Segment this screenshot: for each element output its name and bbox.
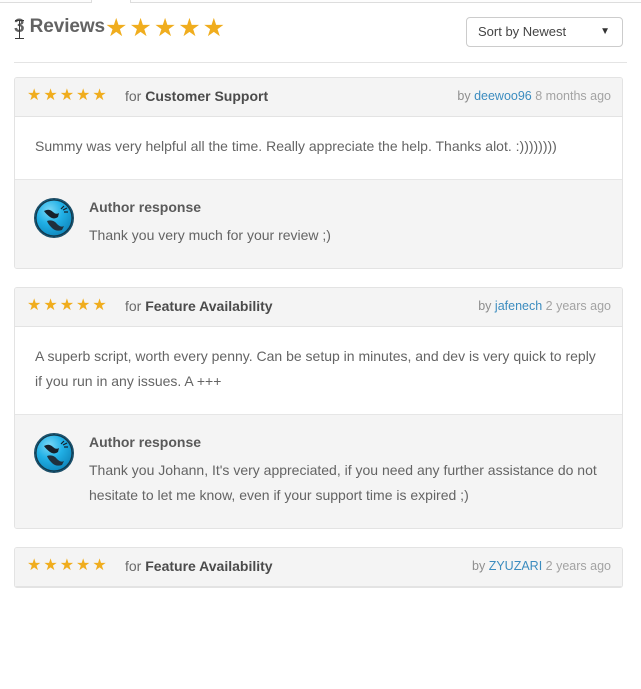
review-card: ★★★★★ for Feature Availability by jafene… (14, 287, 623, 529)
review-by-label: by (478, 299, 495, 313)
review-card: ★★★★★ for Feature Availability by ZYUZAR… (14, 547, 623, 588)
review-by-label: by (472, 559, 489, 573)
review-header: ★★★★★ for Feature Availability by jafene… (15, 288, 622, 327)
review-meta: by ZYUZARI 2 years ago (472, 559, 611, 573)
tab-strip (0, 0, 641, 3)
review-category: for Customer Support (125, 88, 268, 104)
review-category-name: Feature Availability (145, 298, 273, 314)
author-response-text: Thank you Johann, It's very appreciated,… (89, 462, 597, 503)
review-author-link[interactable]: ZYUZARI (489, 559, 542, 573)
review-category: for Feature Availability (125, 298, 273, 314)
review-timestamp: 2 years ago (545, 299, 611, 313)
review-body: Summy was very helpful all the time. Rea… (35, 138, 557, 154)
review-list: ★★★★★ for Customer Support by deewoo96 8… (14, 77, 623, 606)
reviews-header: 3 Reviews ★★★★★ Sort by Newest ▼ (0, 14, 641, 56)
overall-rating-stars: ★★★★★ (105, 14, 228, 42)
review-for-prefix: for (125, 558, 146, 574)
review-for-prefix: for (125, 88, 146, 104)
review-meta: by deewoo96 8 months ago (457, 89, 611, 103)
review-timestamp: 8 months ago (535, 89, 611, 103)
author-response-title: Author response (89, 199, 202, 215)
review-by-label: by (457, 89, 475, 103)
review-rating-stars: ★★★★★ (27, 87, 109, 104)
tab-stub-right[interactable] (130, 0, 641, 3)
review-rating-stars: ★★★★★ (27, 557, 109, 574)
review-category-name: Customer Support (145, 88, 269, 104)
author-response-title: Author response (89, 434, 202, 450)
header-divider (14, 62, 627, 63)
review-timestamp: 2 years ago (545, 559, 611, 573)
chevron-down-icon: ▼ (600, 26, 610, 37)
review-for-prefix: for (125, 298, 146, 314)
review-category-name: Feature Availability (145, 558, 273, 574)
review-body: A superb script, worth every penny. Can … (35, 348, 596, 389)
review-author-link[interactable]: jafenech (495, 299, 542, 313)
review-header: ★★★★★ for Customer Support by deewoo96 8… (15, 78, 622, 117)
tab-stub-left[interactable] (0, 0, 92, 3)
review-category: for Feature Availability (125, 558, 273, 574)
review-meta: by jafenech 2 years ago (478, 299, 611, 313)
sort-dropdown-value: Sort by Newest (478, 24, 567, 39)
review-header: ★★★★★ for Feature Availability by ZYUZAR… (15, 548, 622, 587)
bird-avatar-icon (34, 198, 74, 238)
review-card: ★★★★★ for Customer Support by deewoo96 8… (14, 77, 623, 269)
review-rating-stars: ★★★★★ (27, 297, 109, 314)
bird-avatar-icon (34, 433, 74, 473)
page-title: 3 Reviews (14, 16, 105, 37)
author-response: Author response Thank you Johann, It's v… (15, 414, 622, 528)
sort-dropdown[interactable]: Sort by Newest ▼ (466, 17, 623, 47)
author-response: Author response Thank you very much for … (15, 179, 622, 268)
author-response-text: Thank you very much for your review ;) (89, 227, 331, 243)
review-author-link[interactable]: deewoo96 (474, 89, 532, 103)
